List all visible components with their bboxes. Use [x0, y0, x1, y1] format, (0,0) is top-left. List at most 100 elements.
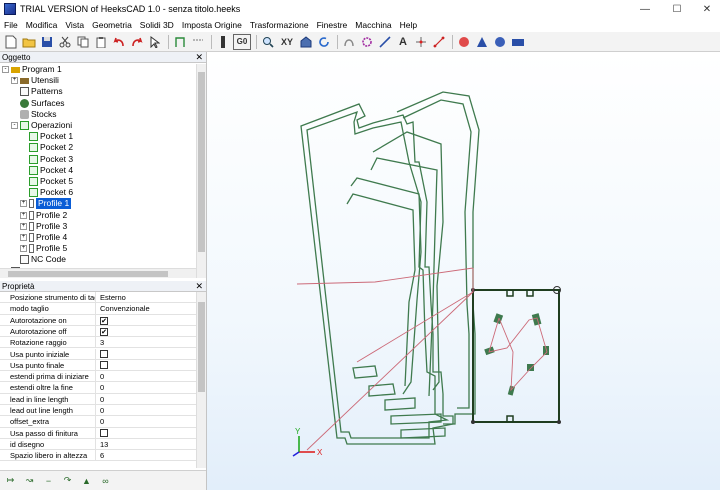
menu-modifica[interactable]: Modifica	[22, 20, 62, 30]
tree-item[interactable]: + Utensili	[11, 75, 59, 86]
menu-geometria[interactable]: Geometria	[88, 20, 136, 30]
pick-icon[interactable]: ↦	[3, 474, 18, 488]
tree-item[interactable]: + Profile 3	[20, 221, 67, 232]
menu-macchina[interactable]: Macchina	[351, 20, 395, 30]
zoom-icon[interactable]	[260, 34, 276, 50]
property-row[interactable]: Rotazione raggio 3	[0, 337, 196, 349]
path-icon[interactable]: ↝	[22, 474, 37, 488]
property-row[interactable]: Usa passo di finitura	[0, 427, 196, 439]
tree-item[interactable]: - Program 1	[2, 64, 62, 75]
property-row[interactable]: lead out line length 0	[0, 405, 196, 417]
property-checkbox[interactable]: ✔	[100, 316, 108, 325]
g0-button[interactable]: G0	[233, 33, 251, 50]
redo-icon[interactable]	[129, 34, 145, 50]
property-value[interactable]: 0	[100, 371, 194, 382]
tree-item[interactable]: + Profile 4	[20, 232, 67, 243]
property-row[interactable]: modo taglio Convenzionale	[0, 303, 196, 315]
paste-icon[interactable]	[93, 34, 109, 50]
tree-item[interactable]: + Profile 2	[20, 210, 67, 221]
tree-expander[interactable]: -	[2, 66, 9, 73]
tree-item[interactable]: Pocket 3	[20, 154, 73, 165]
spline-tool-icon[interactable]	[341, 34, 357, 50]
property-row[interactable]: Spazio libero in altezza 6	[0, 450, 196, 462]
property-value[interactable]: Esterno	[100, 292, 194, 303]
tree-expander[interactable]: +	[20, 222, 27, 230]
remove-icon[interactable]: ↷	[60, 474, 75, 488]
menu-imposta-origine[interactable]: Imposta Origine	[178, 20, 246, 30]
copy-icon[interactable]	[75, 34, 91, 50]
tree-item[interactable]: Stocks	[11, 109, 57, 120]
tree-item[interactable]: Pocket 5	[20, 176, 73, 187]
property-value[interactable]: 13	[100, 439, 194, 450]
menu-file[interactable]: File	[0, 20, 22, 30]
object-tree-hscrollbar[interactable]	[0, 268, 196, 278]
property-value[interactable]: 3	[100, 337, 194, 348]
property-value[interactable]: Convenzionale	[100, 303, 194, 314]
property-row[interactable]: Usa punto iniziale	[0, 348, 196, 360]
tree-item[interactable]: - Operazioni	[11, 120, 72, 131]
chain-icon[interactable]: ∞	[98, 474, 113, 488]
x-axis-icon[interactable]: −	[41, 474, 56, 488]
arc-tool-icon[interactable]	[190, 34, 206, 50]
tree-item[interactable]: Pocket 4	[20, 165, 73, 176]
tree-item[interactable]: Pocket 2	[20, 142, 73, 153]
tree-expander[interactable]: +	[20, 234, 27, 241]
cone-tool-icon[interactable]	[474, 34, 490, 50]
property-value[interactable]: 6	[100, 450, 194, 461]
text-tool-button[interactable]: A	[395, 34, 411, 50]
tree-item[interactable]: + Profile 1	[20, 198, 72, 210]
menu-finestre[interactable]: Finestre	[313, 20, 352, 30]
properties-panel-close-icon[interactable]: ✕	[195, 281, 203, 292]
view-3d-icon[interactable]	[298, 34, 314, 50]
open-folder-icon[interactable]	[21, 34, 37, 50]
property-row[interactable]: Posizione strumento di taglio Esterno	[0, 292, 196, 304]
polyline-tool-icon[interactable]	[377, 34, 393, 50]
property-row[interactable]: Autorotazione on ✔	[0, 314, 196, 326]
extrude-tool-icon[interactable]	[510, 34, 526, 50]
property-row[interactable]: estendi oltre la fine 0	[0, 382, 196, 394]
tree-item[interactable]: Pocket 6	[20, 187, 73, 198]
graphics-viewport[interactable]: X Y	[206, 52, 720, 490]
properties-scrollbar[interactable]	[196, 292, 206, 468]
property-row[interactable]: id disegno 13	[0, 438, 196, 451]
property-checkbox[interactable]: ✔	[100, 327, 108, 336]
property-value[interactable]	[100, 428, 194, 439]
property-row[interactable]: lead in line length 0	[0, 393, 196, 405]
tree-expander[interactable]: +	[20, 200, 27, 208]
property-value[interactable]: 0	[100, 405, 194, 416]
cylinder-tool-icon[interactable]	[492, 34, 508, 50]
save-icon[interactable]	[39, 34, 55, 50]
circle-tool-icon[interactable]	[359, 34, 375, 50]
point-tool-icon[interactable]	[413, 34, 429, 50]
minimize-button[interactable]: —	[630, 0, 660, 18]
property-value[interactable]	[100, 360, 194, 371]
property-value[interactable]: 0	[100, 416, 194, 427]
property-value[interactable]: 0	[100, 382, 194, 393]
property-value[interactable]	[100, 349, 194, 360]
property-row[interactable]: Usa punto finale	[0, 359, 196, 372]
property-row[interactable]: Autorotazione off ✔	[0, 325, 196, 338]
menu-solidi-3d[interactable]: Solidi 3D	[136, 20, 178, 30]
tree-item[interactable]: NC Code	[11, 254, 66, 265]
tree-expander[interactable]: -	[11, 122, 18, 129]
close-button[interactable]: ✕	[692, 0, 720, 18]
select-pointer-icon[interactable]	[147, 34, 163, 50]
machine-icon[interactable]: ▲	[79, 474, 94, 488]
property-value[interactable]: ✔	[100, 315, 194, 326]
property-row[interactable]: estendi prima di iniziare 0	[0, 371, 196, 383]
maximize-button[interactable]: ☐	[662, 0, 692, 18]
sphere-tool-icon[interactable]	[456, 34, 472, 50]
scroll-thumb[interactable]	[198, 302, 205, 392]
objects-panel-close-icon[interactable]: ✕	[195, 52, 203, 63]
view-xy-button[interactable]: XY	[278, 34, 296, 50]
property-row[interactable]: offset_extra 0	[0, 416, 196, 428]
new-file-icon[interactable]	[3, 34, 19, 50]
property-checkbox[interactable]	[100, 360, 108, 369]
property-value[interactable]: ✔	[100, 326, 194, 337]
property-value[interactable]: 0	[100, 394, 194, 405]
cut-icon[interactable]	[57, 34, 73, 50]
tree-item[interactable]: Surfaces	[11, 98, 65, 109]
tree-item[interactable]: Pocket 1	[20, 131, 73, 142]
line-tool-icon[interactable]	[172, 34, 188, 50]
menu-vista[interactable]: Vista	[61, 20, 88, 30]
